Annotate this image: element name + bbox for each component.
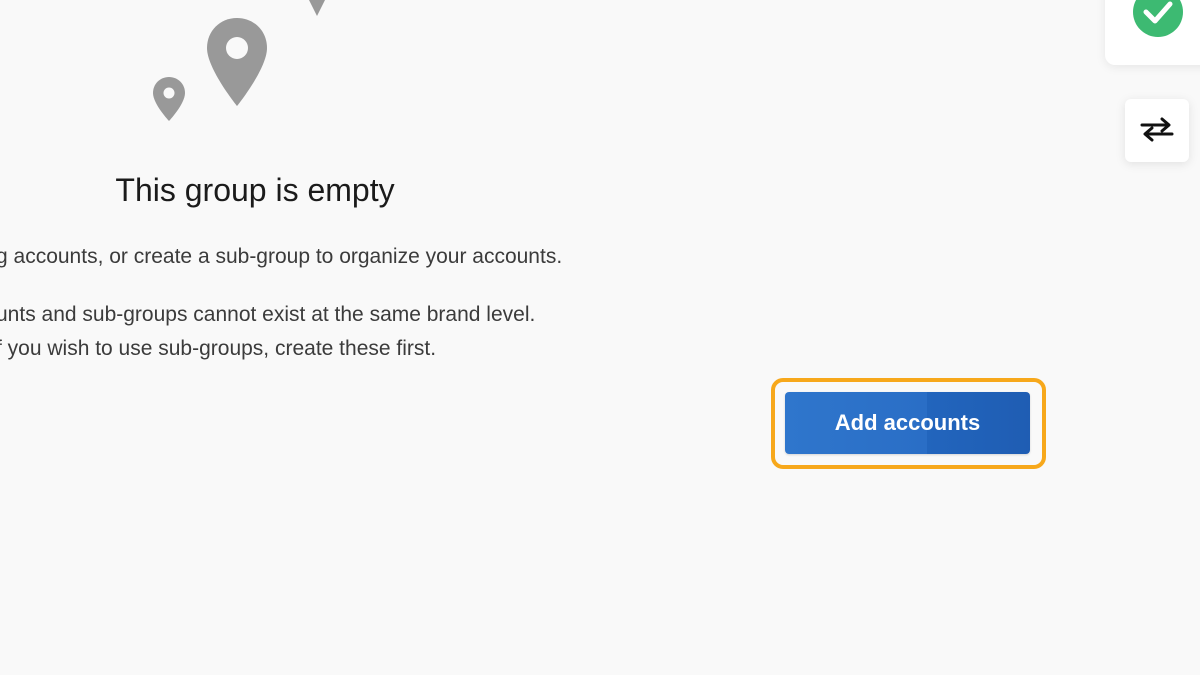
empty-state-description: g accounts, or create a sub-group to org… [0, 245, 563, 268]
map-pin-icon [152, 76, 186, 122]
map-pin-icon [205, 17, 269, 107]
swap-button[interactable] [1125, 99, 1189, 162]
empty-state-note: f you wish to use sub-groups, create the… [0, 337, 437, 360]
empty-state-title: This group is empty [115, 172, 395, 208]
swap-arrows-icon [1138, 114, 1176, 147]
map-pin-icon [298, 0, 336, 16]
add-accounts-button[interactable]: Add accounts [785, 392, 1030, 454]
check-circle-icon [1132, 0, 1184, 38]
empty-group-panel: This group is empty g accounts, or creat… [0, 0, 1200, 675]
empty-state-note: unts and sub-groups cannot exist at the … [0, 303, 536, 326]
